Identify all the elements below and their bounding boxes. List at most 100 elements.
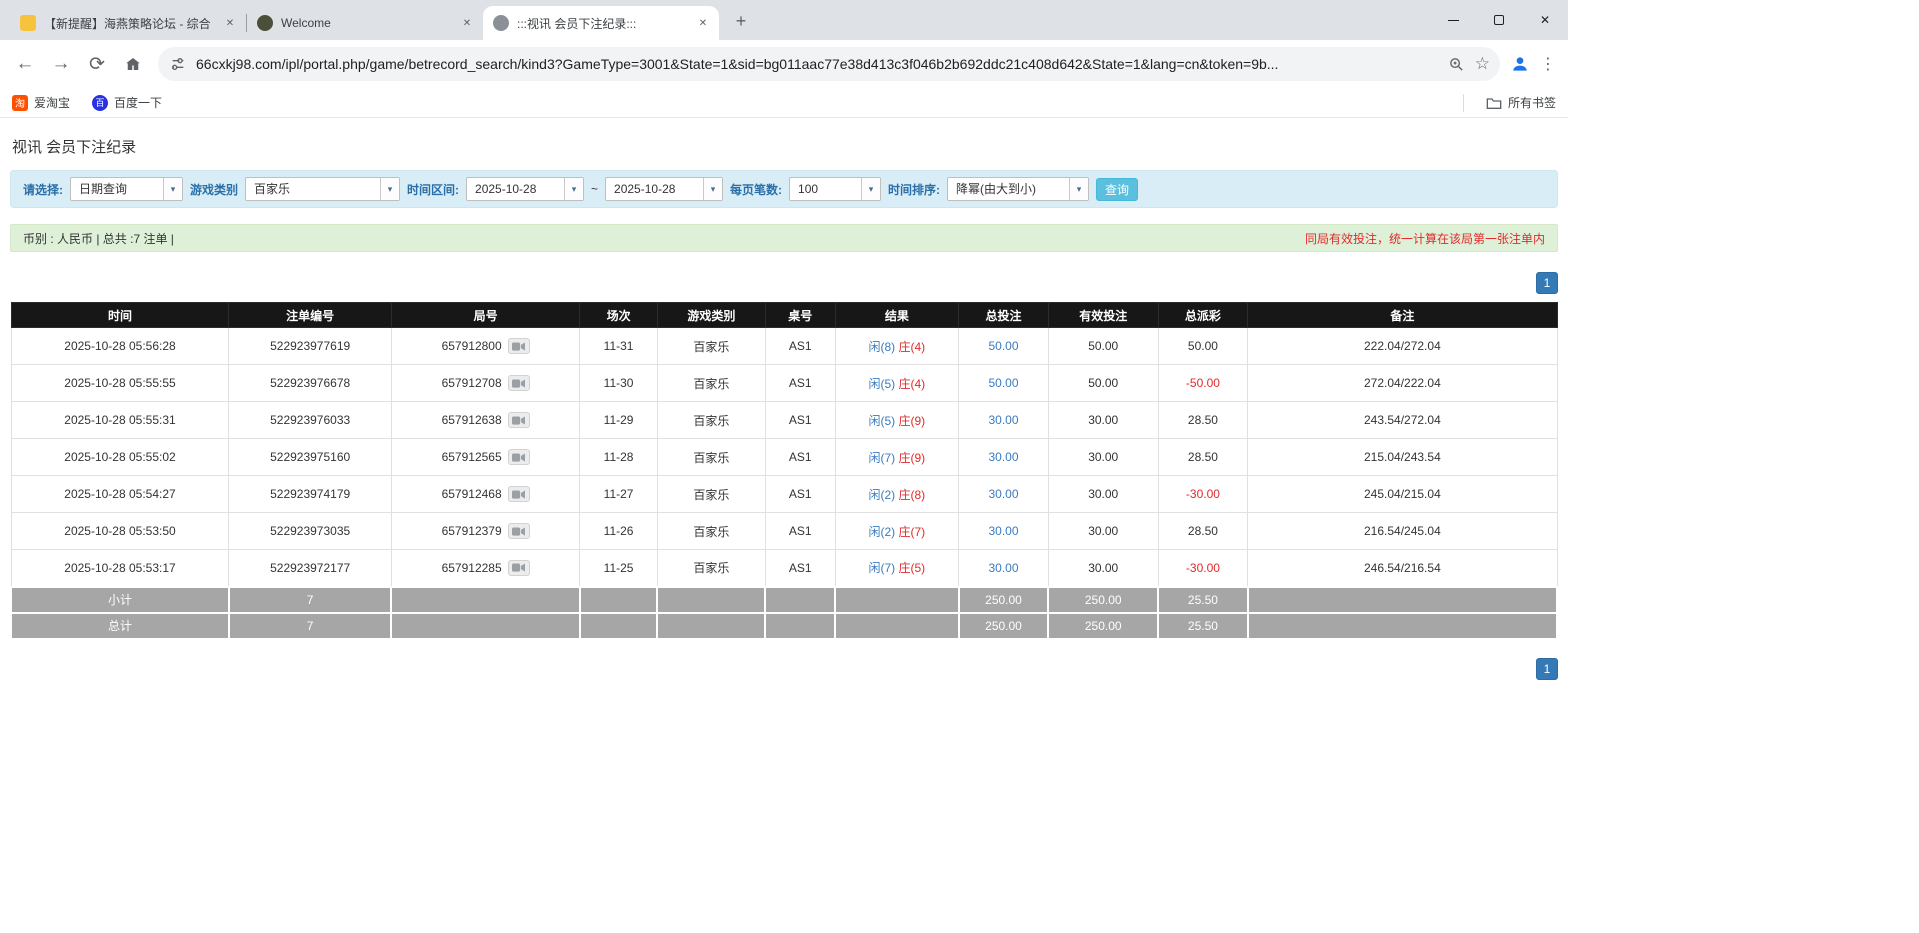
menu-dots-icon[interactable]: ⋮ <box>1540 54 1556 74</box>
date-to-select[interactable]: 2025-10-28 ▾ <box>605 177 723 201</box>
tab-welcome[interactable]: Welcome ✕ <box>247 6 483 40</box>
address-bar[interactable]: 66cxkj98.com/ipl/portal.php/game/betreco… <box>158 47 1500 81</box>
replay-video-icon[interactable] <box>508 560 530 576</box>
replay-video-icon[interactable] <box>508 523 530 539</box>
cell-session: 11-26 <box>580 513 657 550</box>
close-window-button[interactable]: ✕ <box>1522 0 1568 40</box>
chevron-down-icon[interactable]: ▾ <box>1069 178 1088 200</box>
column-header: 时间 <box>11 303 229 328</box>
replay-video-icon[interactable] <box>508 449 530 465</box>
date-from-select[interactable]: 2025-10-28 ▾ <box>466 177 584 201</box>
cell-valid-bet: 30.00 <box>1048 550 1158 587</box>
cell-total-bet-link[interactable]: 30.00 <box>959 513 1049 550</box>
globe-favicon-icon <box>493 15 509 31</box>
cell-payout: 28.50 <box>1158 513 1248 550</box>
tab-title: 【新提醒】海燕策略论坛 - 综合 <box>44 15 214 32</box>
page-1-button[interactable]: 1 <box>1536 658 1558 680</box>
table-row: 2025-10-28 05:56:28 522923977619 6579128… <box>11 328 1557 365</box>
chevron-down-icon[interactable]: ▾ <box>564 178 583 200</box>
tab-bet-records[interactable]: :::视讯 会员下注纪录::: ✕ <box>483 6 719 40</box>
profile-icon[interactable] <box>1510 54 1530 74</box>
back-button[interactable]: ← <box>10 49 40 79</box>
baidu-icon: 百 <box>92 95 108 111</box>
close-tab-icon[interactable]: ✕ <box>222 15 238 31</box>
game-type-select[interactable]: 百家乐 ▾ <box>245 177 400 201</box>
replay-video-icon[interactable] <box>508 375 530 391</box>
query-type-value: 日期查询 <box>71 178 163 200</box>
url-text[interactable]: 66cxkj98.com/ipl/portal.php/game/betreco… <box>196 56 1438 72</box>
maximize-button[interactable] <box>1476 0 1522 40</box>
result-banker: 庄(4) <box>899 340 926 354</box>
cell-total-bet-link[interactable]: 30.00 <box>959 550 1049 587</box>
result-banker: 庄(9) <box>899 451 926 465</box>
cell-payout: -30.00 <box>1158 550 1248 587</box>
chevron-down-icon[interactable]: ▾ <box>861 178 880 200</box>
all-bookmarks-button[interactable]: 所有书签 <box>1486 94 1556 111</box>
result-banker: 庄(5) <box>899 561 926 575</box>
total-row: 总计 7 250.00 250.00 25.50 <box>11 613 1557 639</box>
cell-time: 2025-10-28 05:54:27 <box>11 476 229 513</box>
chevron-down-icon[interactable]: ▾ <box>703 178 722 200</box>
total-total-bet: 250.00 <box>959 613 1049 639</box>
bookmarks-bar: 淘 爱淘宝 百 百度一下 所有书签 <box>0 88 1568 118</box>
cell-note: 245.04/215.04 <box>1248 476 1557 513</box>
minimize-icon <box>1448 20 1459 21</box>
per-page-select[interactable]: 100 ▾ <box>789 177 881 201</box>
cell-total-bet-link[interactable]: 50.00 <box>959 365 1049 402</box>
cell-note: 243.54/272.04 <box>1248 402 1557 439</box>
cell-bet-id: 522923976678 <box>229 365 391 402</box>
cell-total-bet-link[interactable]: 30.00 <box>959 402 1049 439</box>
currency-total-text: 币别 : 人民币 | 总共 :7 注单 | <box>23 230 174 247</box>
replay-video-icon[interactable] <box>508 412 530 428</box>
browser-toolbar: ← → ⟳ 66cxkj98.com/ipl/portal.php/game/b… <box>0 40 1568 88</box>
bookmark-star-icon[interactable]: ☆ <box>1475 54 1490 74</box>
home-icon <box>124 55 142 73</box>
page-1-button[interactable]: 1 <box>1536 272 1558 294</box>
cell-game-type: 百家乐 <box>657 550 765 587</box>
close-tab-icon[interactable]: ✕ <box>459 15 475 31</box>
new-tab-button[interactable]: + <box>727 7 755 35</box>
toolbar-right: ⋮ <box>1510 54 1558 74</box>
subtotal-valid-bet: 250.00 <box>1048 587 1158 613</box>
cell-bet-id: 522923977619 <box>229 328 391 365</box>
replay-video-icon[interactable] <box>508 486 530 502</box>
cell-round-id: 657912800 <box>391 328 580 365</box>
bookmark-baidu[interactable]: 百 百度一下 <box>92 94 162 111</box>
total-count: 7 <box>229 613 391 639</box>
site-info-icon[interactable] <box>170 56 186 72</box>
search-button[interactable]: 查询 <box>1096 178 1138 201</box>
reload-button[interactable]: ⟳ <box>82 49 112 79</box>
table-body: 2025-10-28 05:56:28 522923977619 6579128… <box>11 328 1557 587</box>
cell-result: 闲(5) 庄(4) <box>835 365 959 402</box>
cell-session: 11-27 <box>580 476 657 513</box>
sort-label: 时间排序: <box>888 181 940 198</box>
round-id-text: 657912708 <box>442 376 502 390</box>
close-tab-icon[interactable]: ✕ <box>695 15 711 31</box>
sort-select[interactable]: 降幂(由大到小) ▾ <box>947 177 1089 201</box>
home-button[interactable] <box>118 49 148 79</box>
query-type-select[interactable]: 日期查询 ▾ <box>70 177 183 201</box>
bet-records-table: 时间注单编号局号场次游戏类别桌号结果总投注有效投注总派彩备注 2025-10-2… <box>10 302 1558 640</box>
cell-table-no: AS1 <box>765 365 835 402</box>
column-header: 结果 <box>835 303 959 328</box>
tab-forum[interactable]: 【新提醒】海燕策略论坛 - 综合 ✕ <box>10 6 246 40</box>
subtotal-row: 小计 7 250.00 250.00 25.50 <box>11 587 1557 613</box>
cell-total-bet-link[interactable]: 30.00 <box>959 439 1049 476</box>
minimize-button[interactable] <box>1430 0 1476 40</box>
forward-button[interactable]: → <box>46 49 76 79</box>
total-empty <box>835 613 959 639</box>
cell-bet-id: 522923973035 <box>229 513 391 550</box>
replay-video-icon[interactable] <box>508 338 530 354</box>
chevron-down-icon[interactable]: ▾ <box>163 178 182 200</box>
zoom-icon[interactable] <box>1448 56 1465 73</box>
bookmark-taobao[interactable]: 淘 爱淘宝 <box>12 94 70 111</box>
cell-table-no: AS1 <box>765 513 835 550</box>
cell-bet-id: 522923974179 <box>229 476 391 513</box>
cell-total-bet-link[interactable]: 30.00 <box>959 476 1049 513</box>
cell-total-bet-link[interactable]: 50.00 <box>959 328 1049 365</box>
cell-payout: 28.50 <box>1158 439 1248 476</box>
round-id-text: 657912800 <box>442 339 502 353</box>
chevron-down-icon[interactable]: ▾ <box>380 178 399 200</box>
bookmark-label: 百度一下 <box>114 94 162 111</box>
result-player: 闲(7) <box>868 451 895 465</box>
